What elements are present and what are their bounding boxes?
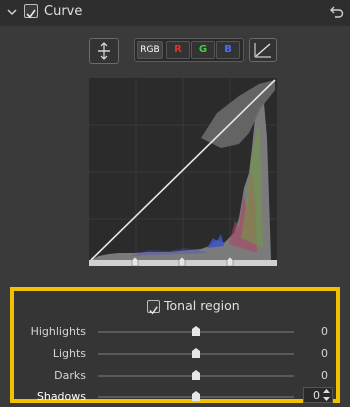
curve-graph[interactable] [89,78,277,266]
curve-graph-icon [254,43,271,58]
reset-icon[interactable] [330,4,344,20]
panel-header: Curve [0,0,350,26]
check-icon [149,306,158,315]
highlights-slider-thumb[interactable] [192,326,200,336]
darks-value: 0 [321,369,328,382]
lights-label: Lights [52,347,86,360]
curve-mode-button[interactable] [249,38,277,62]
shadows-label: Shadows [36,390,86,403]
channel-green-button[interactable]: G [191,41,215,59]
tonal-region-section: Tonal region Highlights 0 Lights 0 Darks… [10,287,340,403]
highlights-value: 0 [321,325,328,338]
highlights-label: Highlights [30,325,86,338]
tonal-region-title: Tonal region [164,298,240,313]
darks-label: Darks [54,369,86,382]
channel-selector: RGB R G B [134,38,244,62]
shadows-value: 0 [313,389,320,402]
lights-value: 0 [321,347,328,360]
tonal-region-checkbox[interactable] [147,300,160,315]
spinner-arrows-icon[interactable] [322,388,331,402]
curve-enable-checkbox[interactable] [24,4,38,19]
move-vertical-icon [98,42,110,60]
channel-rgb-button[interactable]: RGB [137,41,163,59]
channel-blue-button[interactable]: B [216,41,240,59]
shadows-value-field[interactable]: 0 [303,387,333,403]
check-icon [26,9,36,19]
chevron-down-icon[interactable] [6,6,18,18]
channel-red-button[interactable]: R [166,41,190,59]
darks-slider-thumb[interactable] [192,370,200,380]
lights-slider-thumb[interactable] [192,348,200,358]
point-move-button[interactable] [89,38,119,64]
shadows-slider-thumb[interactable] [192,391,200,401]
panel-title: Curve [44,4,83,19]
